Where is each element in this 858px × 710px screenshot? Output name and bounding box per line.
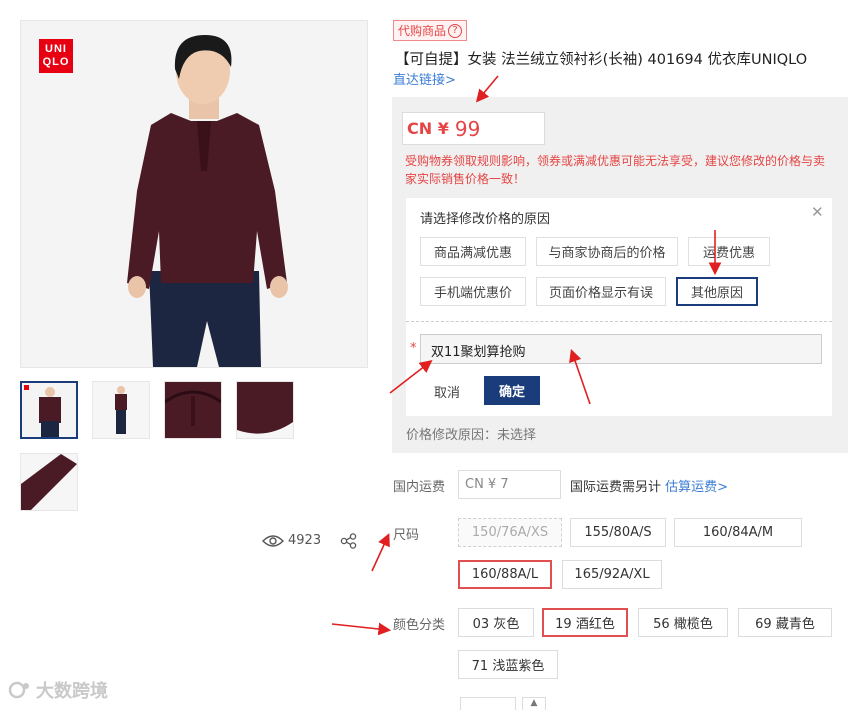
required-mark: * bbox=[410, 341, 417, 356]
size-option-xl[interactable]: 165/92A/XL bbox=[562, 560, 662, 589]
cancel-button[interactable]: 取消 bbox=[434, 382, 460, 401]
reason-option-negotiated-price[interactable]: 与商家协商后的价格 bbox=[536, 237, 678, 266]
reason-dialog bbox=[406, 198, 832, 416]
reason-option-other[interactable]: 其他原因 bbox=[676, 277, 758, 306]
daigou-tag-label: 代购商品 bbox=[398, 24, 447, 38]
price-currency: CN ¥ bbox=[407, 119, 449, 138]
reason-status: 价格修改原因：未选择 bbox=[406, 428, 537, 443]
reason-option-full-reduction[interactable]: 商品满减优惠 bbox=[420, 237, 526, 266]
price-value: 99 bbox=[454, 116, 481, 141]
watermark-text: 大数跨境 bbox=[36, 681, 108, 702]
estimate-shipping-link[interactable]: 估算运费> bbox=[665, 480, 728, 495]
thumbnail-pointer bbox=[40, 381, 54, 383]
view-count-number: 4923 bbox=[288, 533, 322, 548]
thumbnail-image bbox=[237, 382, 293, 438]
price-input[interactable]: CN ¥ 99 bbox=[402, 112, 545, 145]
thumbnail-image bbox=[93, 382, 149, 438]
size-option-l[interactable]: 160/88A/L bbox=[458, 560, 552, 589]
divider bbox=[406, 321, 832, 322]
color-option-wine-red[interactable]: 19 酒红色 bbox=[542, 608, 628, 637]
shipping-fee-input[interactable]: CN ¥ 7 bbox=[458, 470, 561, 499]
direct-link[interactable]: 直达链接> bbox=[393, 69, 456, 88]
view-count: 4923 bbox=[262, 533, 321, 548]
help-icon[interactable]: ? bbox=[448, 23, 463, 38]
color-option-light-purple[interactable]: 71 浅蓝紫色 bbox=[458, 650, 558, 679]
product-title: 【可自提】女装 法兰绒立领衬衫(长袖) 401694 优衣库UNIQLO bbox=[395, 52, 808, 68]
shipping-note-text: 国际运费需另计 bbox=[570, 480, 662, 495]
thumbnail-2[interactable] bbox=[92, 381, 150, 439]
price-warning: 受购物券领取规则影响，领券或满减优惠可能无法享受，建议您修改的价格与卖家实际销售… bbox=[405, 154, 826, 186]
quantity-input[interactable] bbox=[460, 697, 516, 710]
thumbnail-image bbox=[165, 382, 221, 438]
color-option-navy[interactable]: 69 藏青色 bbox=[738, 608, 832, 637]
product-main-image[interactable]: UNI QLO bbox=[20, 20, 368, 368]
thumbnail-3[interactable] bbox=[164, 381, 222, 439]
reason-option-shipping-discount[interactable]: 运费优惠 bbox=[688, 237, 770, 266]
thumbnail-4[interactable] bbox=[236, 381, 294, 439]
thumbnail-5[interactable] bbox=[20, 453, 78, 511]
daigou-tag: 代购商品 ? bbox=[393, 20, 468, 41]
close-icon[interactable]: ✕ bbox=[811, 203, 824, 221]
confirm-button[interactable]: 确定 bbox=[484, 376, 540, 405]
reason-dialog-title: 请选择修改价格的原因 bbox=[420, 212, 551, 227]
reason-option-display-error[interactable]: 页面价格显示有误 bbox=[536, 277, 666, 306]
size-option-s[interactable]: 155/80A/S bbox=[570, 518, 666, 547]
thumbnail-image bbox=[22, 383, 76, 437]
shipping-label: 国内运费 bbox=[393, 480, 446, 495]
thumbnail-1[interactable] bbox=[20, 381, 78, 439]
uniqlo-logo: UNI QLO bbox=[39, 39, 73, 73]
shipping-note: 国际运费需另计 估算运费> bbox=[570, 476, 728, 495]
share-icon[interactable] bbox=[340, 533, 358, 549]
eye-icon bbox=[262, 534, 284, 547]
watermark: 大数跨境 bbox=[8, 677, 108, 703]
reason-text-input[interactable] bbox=[420, 334, 822, 364]
size-option-m[interactable]: 160/84A/M bbox=[674, 518, 802, 547]
reason-option-mobile-price[interactable]: 手机端优惠价 bbox=[420, 277, 526, 306]
color-label: 颜色分类 bbox=[393, 618, 446, 633]
thumbnail-image bbox=[21, 454, 77, 510]
watermark-logo-icon bbox=[8, 681, 29, 699]
size-label: 尺码 bbox=[393, 528, 420, 543]
chevron-up-icon[interactable]: ▲ bbox=[522, 697, 546, 710]
size-option-xs: 150/76A/XS bbox=[458, 518, 562, 547]
color-option-olive[interactable]: 56 橄榄色 bbox=[638, 608, 728, 637]
color-option-gray[interactable]: 03 灰色 bbox=[458, 608, 534, 637]
